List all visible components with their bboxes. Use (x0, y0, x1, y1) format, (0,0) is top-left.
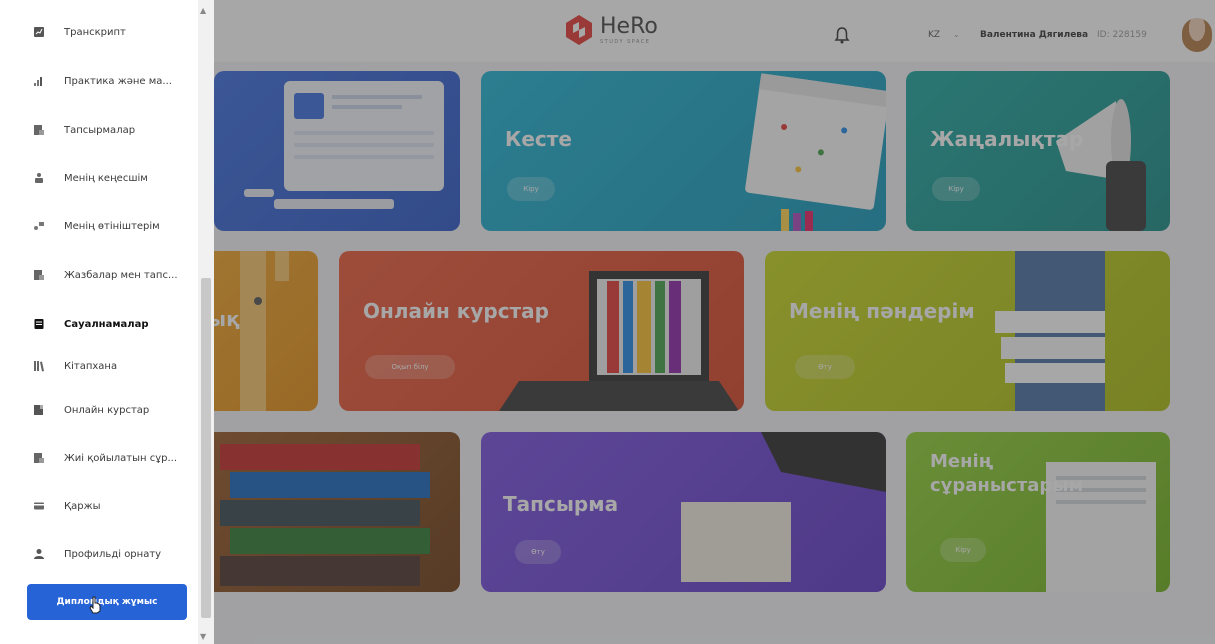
scrollbar-thumb[interactable] (201, 278, 211, 618)
sidebar-item-requests[interactable]: Менің өтініштерім (0, 202, 198, 250)
sidebar-item-label: Практика және ма... (64, 75, 172, 87)
sidebar-item-label: Жазбалар мен тапс... (64, 269, 178, 281)
sidebar-item-finance[interactable]: Қаржы (0, 482, 198, 530)
sidebar-item-label: Сауалнамалар (64, 318, 149, 330)
scroll-up-arrow-icon[interactable]: ▲ (200, 6, 206, 15)
sidebar-item-label: Транскрипт (64, 26, 126, 38)
practice-icon (34, 77, 42, 86)
sidebar-item-label: Менің өтініштерім (64, 220, 160, 232)
sidebar-item-label: Кітапхана (64, 360, 118, 372)
sidebar-item-library[interactable]: Кітапхана (0, 342, 198, 390)
tasks-icon (34, 125, 44, 135)
records-icon (34, 270, 44, 280)
sidebar-item-tasks[interactable]: Тапсырмалар (0, 106, 198, 154)
faq-icon (34, 453, 44, 463)
finance-icon (34, 502, 44, 510)
sidebar-item-profile[interactable]: Профильді орнату (0, 530, 198, 578)
sidebar-item-label: Менің кеңесшім (64, 172, 148, 184)
requests-icon (34, 222, 44, 230)
scroll-down-arrow-icon[interactable]: ▼ (200, 632, 206, 641)
hand-cursor-icon (89, 596, 101, 614)
sidebar-item-label: Қаржы (64, 500, 101, 512)
sidebar-item-records[interactable]: Жазбалар мен тапс... (0, 251, 198, 299)
sidebar-item-label: Жиі қойылатын сұр... (64, 452, 178, 464)
sidebar-item-label: Тапсырмалар (64, 124, 136, 136)
library-icon (34, 361, 44, 372)
transcript-icon (34, 27, 44, 37)
sidebar-item-surveys[interactable]: Сауалнамалар (0, 300, 198, 348)
profile-icon (34, 549, 44, 559)
sidebar-item-transcript[interactable]: Транскрипт (0, 8, 198, 56)
sidebar: Транскрипт Практика және ма... Тапсырмал… (0, 0, 214, 644)
sidebar-item-practice[interactable]: Практика және ма... (0, 57, 198, 105)
sidebar-item-advisor[interactable]: Менің кеңесшім (0, 154, 198, 202)
sidebar-item-faq[interactable]: Жиі қойылатын сұр... (0, 434, 198, 482)
survey-icon (34, 319, 44, 329)
diploma-work-button[interactable]: Дипломдық жұмыс (27, 584, 187, 620)
sidebar-item-courses[interactable]: Онлайн курстар (0, 386, 198, 434)
sidebar-item-label: Профильді орнату (64, 548, 162, 560)
advisor-icon (35, 173, 43, 183)
courses-icon (34, 405, 43, 415)
sidebar-item-label: Онлайн курстар (64, 404, 150, 416)
